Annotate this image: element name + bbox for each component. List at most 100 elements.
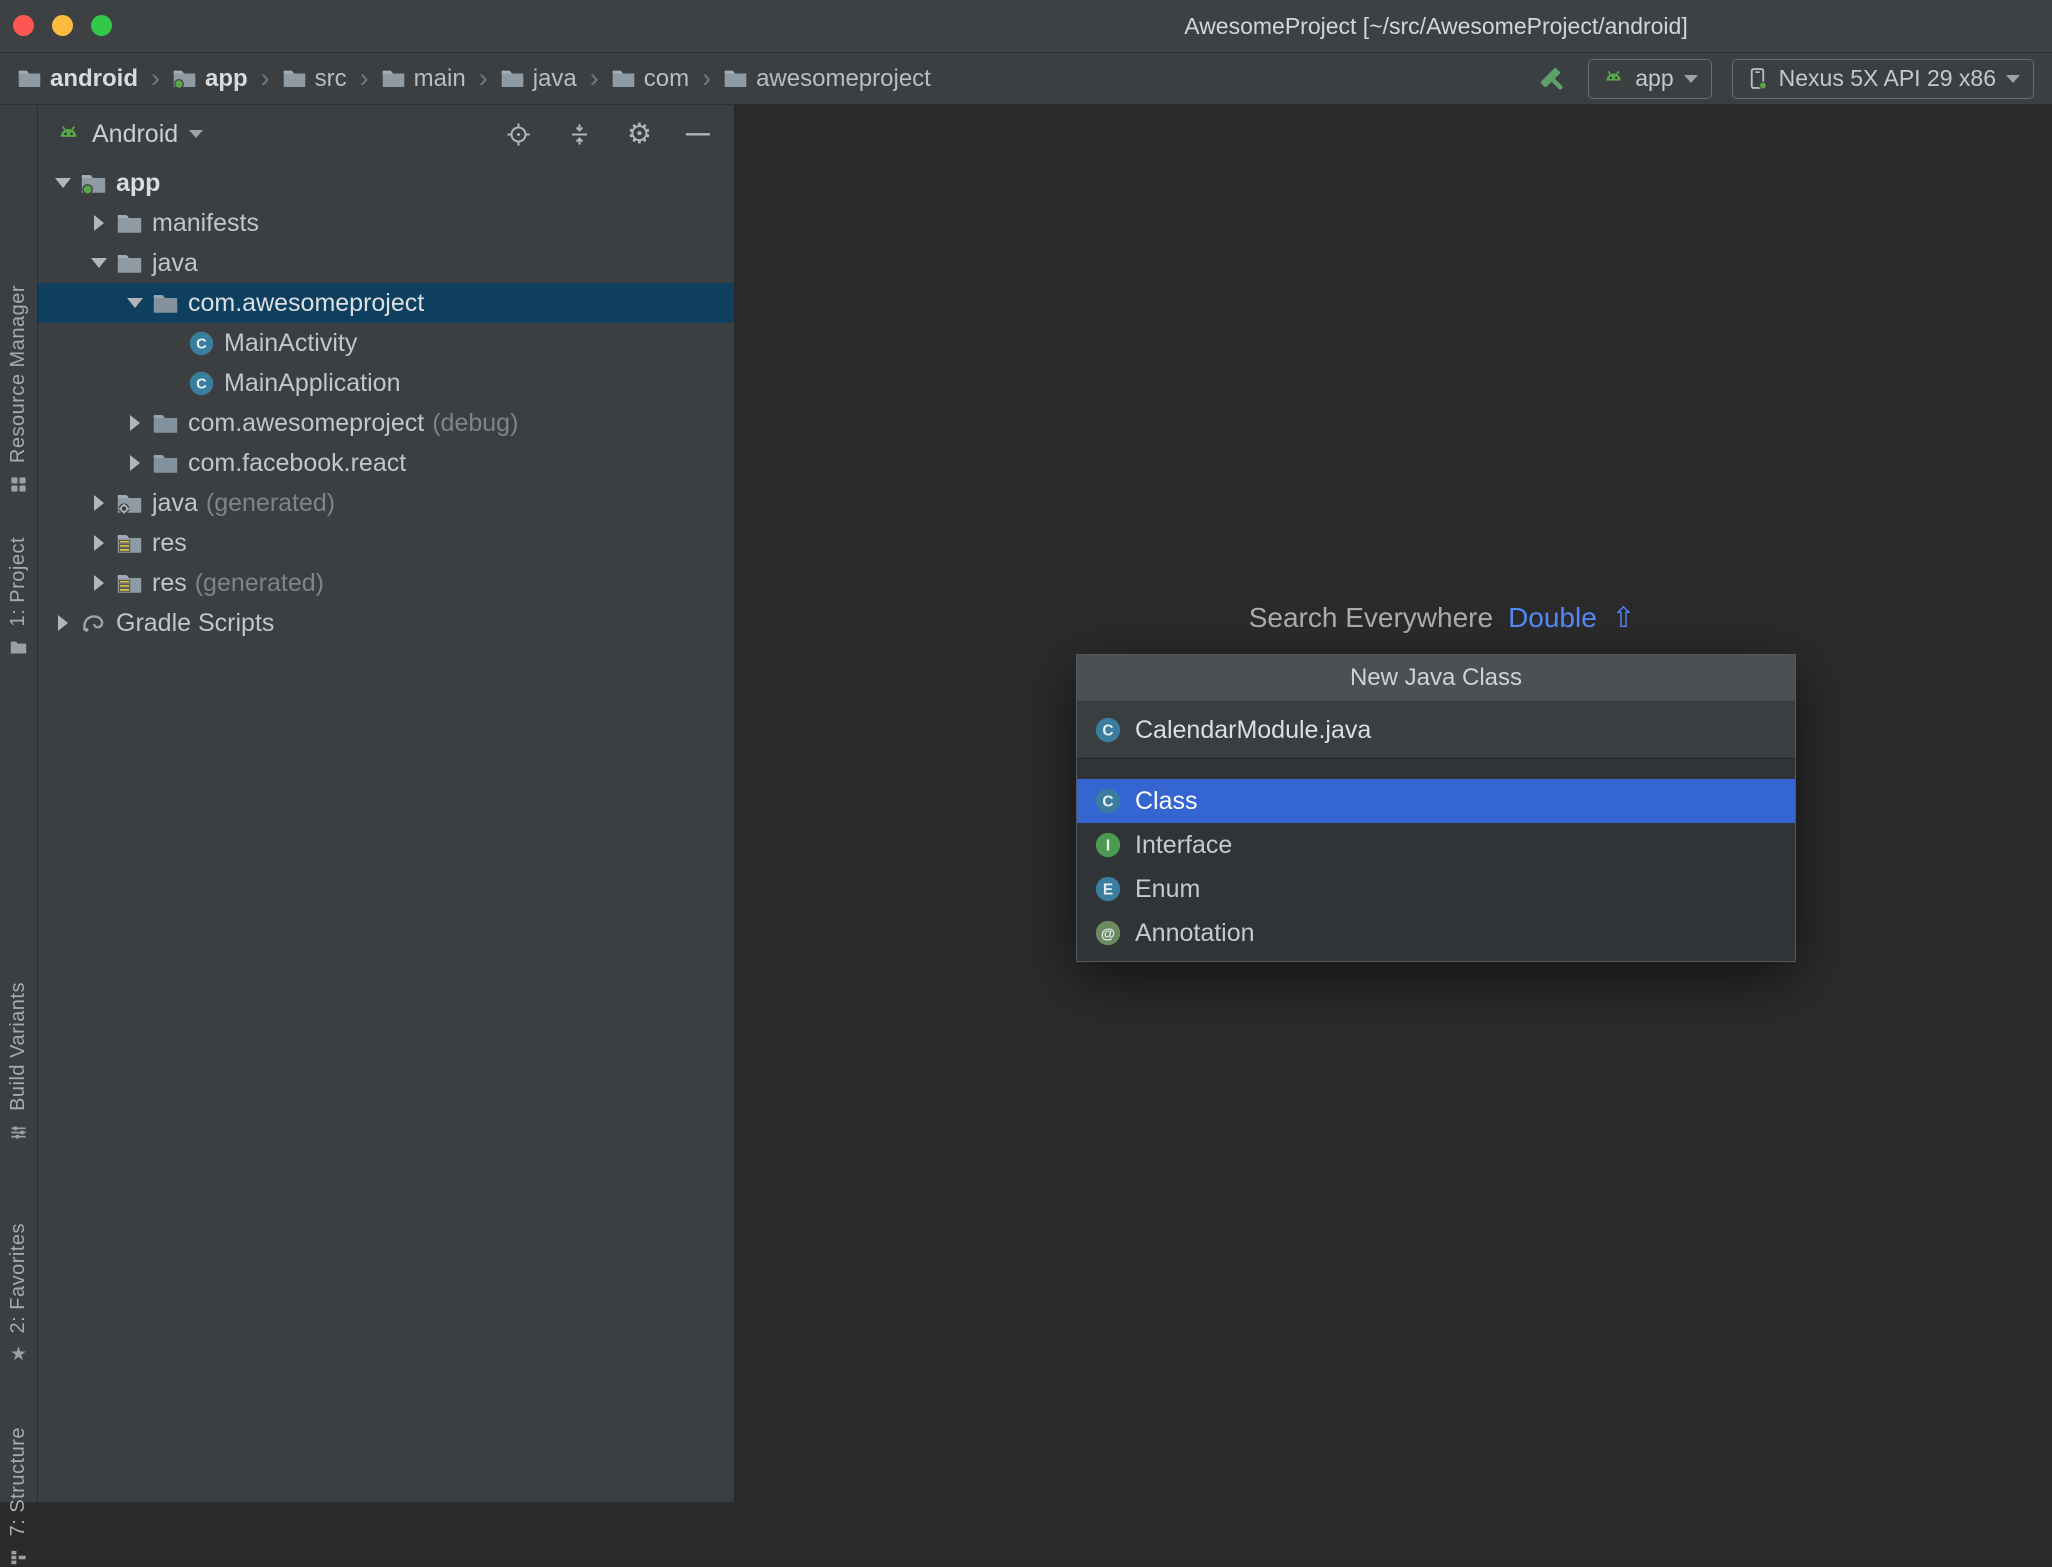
zoom-button[interactable] <box>91 15 112 36</box>
tree-row-com.facebook.react[interactable]: com.facebook.react <box>38 443 734 483</box>
window-title: AwesomeProject [~/src/AwesomeProject/and… <box>1184 0 1687 52</box>
tool-button-label: Resource Manager <box>7 285 30 463</box>
resource-manager-icon <box>9 475 28 494</box>
folder-gen-icon <box>117 491 142 516</box>
gradle-icon <box>81 611 106 636</box>
tree-row-gradle-scripts[interactable]: Gradle Scripts <box>38 603 734 643</box>
tree-suffix: (generated) <box>195 569 324 598</box>
build-hammer-icon[interactable] <box>1536 63 1568 95</box>
tree-row-com.awesomeproject[interactable]: com.awesomeproject(debug) <box>38 403 734 443</box>
hide-panel-icon[interactable]: — <box>686 122 710 146</box>
package-icon <box>153 451 178 476</box>
breadcrumb-item-main[interactable]: main <box>382 65 466 93</box>
popup-option-class[interactable]: C Class <box>1077 779 1795 823</box>
tree-indent-spacer <box>158 330 184 356</box>
tree-label: com.awesomeproject <box>188 289 424 318</box>
chevron-right-icon[interactable] <box>86 210 112 236</box>
search-everywhere-hint: Search Everywhere Double ⇧ <box>1249 601 1636 634</box>
tool-button-build-variants[interactable]: Build Variants <box>0 982 37 1142</box>
chevron-right-icon[interactable] <box>86 490 112 516</box>
chevron-right-icon[interactable] <box>122 450 148 476</box>
chevron-down-icon[interactable] <box>50 170 76 196</box>
tree-label: java <box>152 249 198 278</box>
svg-text:C: C <box>1102 793 1113 810</box>
select-opened-file-icon[interactable] <box>505 121 532 148</box>
popup-title: New Java Class <box>1077 655 1795 702</box>
chevron-down-icon[interactable] <box>189 130 203 138</box>
settings-gear-icon[interactable]: ⚙ <box>627 120 652 148</box>
tree-row-manifests[interactable]: manifests <box>38 203 734 243</box>
project-panel-actions: ⚙ — <box>505 120 710 148</box>
breadcrumb-item-java[interactable]: java <box>501 65 577 93</box>
chevron-down-icon[interactable] <box>122 290 148 316</box>
annotation-icon: @ <box>1095 920 1121 946</box>
breadcrumb-item-com[interactable]: com <box>612 65 689 93</box>
breadcrumb-item-app[interactable]: app <box>173 65 248 93</box>
chevron-right-icon[interactable] <box>50 610 76 636</box>
breadcrumb-item-awesomeproject[interactable]: awesomeproject <box>724 65 931 93</box>
breadcrumb-label: main <box>414 65 466 93</box>
breadcrumb-item-src[interactable]: src <box>283 65 347 93</box>
breadcrumb-label: com <box>644 65 689 93</box>
tree-row-mainactivity[interactable]: CMainActivity <box>38 323 734 363</box>
res-icon <box>117 531 142 556</box>
device-phone-icon <box>1746 67 1769 90</box>
collapse-all-icon[interactable] <box>566 121 593 148</box>
device-select[interactable]: Nexus 5X API 29 x86 <box>1732 59 2034 99</box>
device-label: Nexus 5X API 29 x86 <box>1779 65 1996 92</box>
svg-text:E: E <box>1103 881 1113 898</box>
breadcrumb-label: app <box>205 65 248 93</box>
tool-button-project[interactable]: 1: Project <box>0 537 37 657</box>
traffic-lights <box>13 15 112 36</box>
chevron-down-icon[interactable] <box>86 250 112 276</box>
popup-option-label: Interface <box>1135 831 1232 860</box>
tool-button-label: 1: Project <box>7 537 30 626</box>
folder-icon <box>18 67 41 90</box>
new-java-class-popup: New Java Class C CalendarModule.java C Cl… <box>1076 654 1796 962</box>
chevron-right-icon[interactable] <box>86 530 112 556</box>
tree-row-res[interactable]: res <box>38 523 734 563</box>
chevron-right-icon[interactable] <box>86 570 112 596</box>
breadcrumb-separator: › <box>590 65 599 92</box>
popup-option-enum[interactable]: EEnum <box>1077 867 1795 911</box>
minimize-button[interactable] <box>52 15 73 36</box>
chevron-right-icon[interactable] <box>122 410 148 436</box>
project-panel-header: Android ⚙ — <box>38 105 734 163</box>
popup-option-label: Class <box>1135 787 1198 816</box>
folder-icon <box>724 67 747 90</box>
svg-text:@: @ <box>1101 926 1115 942</box>
tree-row-java[interactable]: java <box>38 243 734 283</box>
popup-option-interface[interactable]: I Interface <box>1077 823 1795 867</box>
tree-indent-spacer <box>158 370 184 396</box>
breadcrumb-label: android <box>50 65 138 93</box>
breadcrumb: android›app›src›main›java›com›awesomepro… <box>18 65 931 93</box>
tool-button-label: 2: Favorites <box>7 1223 30 1333</box>
tree-suffix: (debug) <box>432 409 518 438</box>
run-configuration-label: app <box>1635 65 1673 92</box>
tree-label: com.facebook.react <box>188 449 406 478</box>
class-name-input[interactable]: C CalendarModule.java <box>1077 702 1795 759</box>
chevron-down-icon <box>2006 75 2020 83</box>
breadcrumb-item-android[interactable]: android <box>18 65 138 93</box>
popup-option-annotation[interactable]: @Annotation <box>1077 911 1795 955</box>
svg-text:I: I <box>1106 837 1110 854</box>
run-configuration-select[interactable]: app <box>1588 59 1711 99</box>
breadcrumb-separator: › <box>479 65 488 92</box>
tree-row-res[interactable]: res(generated) <box>38 563 734 603</box>
tree-row-com.awesomeproject[interactable]: com.awesomeproject <box>38 283 734 323</box>
tool-button-favorites[interactable]: 2: Favorites ★ <box>0 1223 37 1364</box>
tool-button-structure[interactable]: 7: Structure <box>0 1427 37 1567</box>
tree-row-mainapplication[interactable]: CMainApplication <box>38 363 734 403</box>
tree-label: MainApplication <box>224 369 401 398</box>
folder-icon <box>612 67 635 90</box>
breadcrumb-separator: › <box>261 65 270 92</box>
tree-row-app[interactable]: app <box>38 163 734 203</box>
tree-suffix: (generated) <box>206 489 335 518</box>
tree-row-java[interactable]: java(generated) <box>38 483 734 523</box>
titlebar: AwesomeProject [~/src/AwesomeProject/and… <box>0 0 2052 53</box>
close-button[interactable] <box>13 15 34 36</box>
project-view-selector[interactable]: Android <box>92 120 178 149</box>
class-icon: C <box>1095 717 1121 743</box>
module-folder-icon <box>173 67 196 90</box>
tool-button-resource-manager[interactable]: Resource Manager <box>0 285 37 494</box>
